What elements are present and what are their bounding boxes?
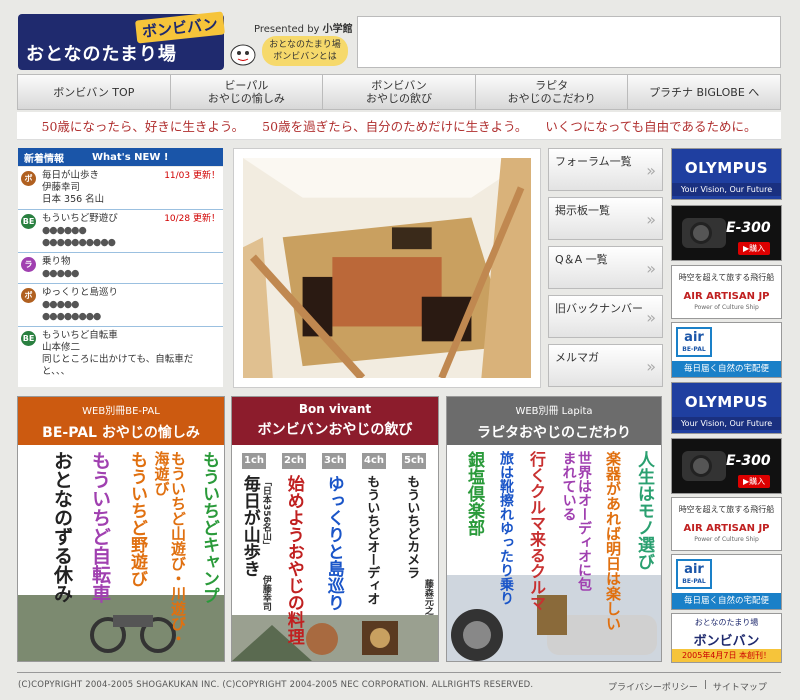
- sitemap-link[interactable]: サイトマップ: [713, 680, 767, 693]
- nav-biglobe[interactable]: プラチナ BIGLOBE へ: [628, 75, 780, 109]
- link-cooking[interactable]: 始めようおやじの料理: [284, 475, 304, 645]
- camera-ad[interactable]: E-300 ▶購入: [671, 438, 782, 494]
- air-logo: air BE-PAL: [676, 327, 712, 357]
- publisher-name: 小学館: [322, 24, 353, 35]
- nav-top[interactable]: ボンビバン TOP: [18, 75, 171, 109]
- badge-icon: BE: [21, 331, 36, 346]
- chevron-right-icon: »: [646, 308, 656, 327]
- badge-icon: ボ: [21, 288, 36, 303]
- link-shima[interactable]: ゆっくりと島巡り: [324, 475, 344, 611]
- chevron-right-icon: »: [646, 357, 656, 376]
- back-number-button[interactable]: 旧バックナンバー »: [548, 295, 663, 338]
- bonvivant-panel: Bon vivant ボンビバンおやじの飲び 1ch 2ch 3ch 4ch 5…: [231, 396, 439, 662]
- copyright: (C)COPYRIGHT 2004-2005 SHOGAKUKAN INC. (…: [18, 680, 534, 690]
- logo-text: おとなのたまり場: [26, 44, 177, 65]
- bonvivant-ad[interactable]: おとなのたまり場 ボンビバン 2005年4月7日 本創刊！: [671, 613, 782, 663]
- lapita-panel: WEB別冊 Lapita ラピタおやじのこだわり 人生はモノ選び 楽器があれば明…: [446, 396, 662, 662]
- chevron-right-icon: »: [646, 161, 656, 180]
- lapita-panel-header[interactable]: WEB別冊 Lapita ラピタおやじのこだわり: [447, 397, 661, 445]
- air-bepal-ad[interactable]: air BE-PAL 毎日届く自然の宅配便: [671, 554, 782, 610]
- about-bubble-link[interactable]: おとなのたまり場 ボンビバンとは: [262, 36, 348, 66]
- channel-2: 2ch: [282, 453, 306, 469]
- bonvivant-panel-header[interactable]: Bon vivant ボンビバンおやじの飲び: [232, 397, 438, 445]
- air-artisan-ad[interactable]: 時空を超えて旅する飛行船 AIR ARTISAN JP Power of Cul…: [671, 265, 782, 319]
- news-item[interactable]: ラ 乗り物 ●●●●●: [18, 253, 223, 284]
- air-artisan-ad[interactable]: 時空を超えて旅する飛行船 AIR ARTISAN JP Power of Cul…: [671, 497, 782, 551]
- channel-1: 1ch: [242, 453, 266, 469]
- link-camp[interactable]: もういちどキャンプ: [199, 451, 219, 604]
- bbs-list-button[interactable]: 掲示板一覧 »: [548, 197, 663, 240]
- news-header: 新着情報 What's NEW !: [18, 148, 223, 166]
- news-list: ボ 11/03 更新！ 毎日が山歩き 伊藤幸司 日本 356 名山 BE 10/28…: [18, 167, 223, 387]
- link-gakki[interactable]: 楽器があれば明日は楽しい: [604, 451, 622, 631]
- link-audio[interactable]: もういちどオーディオ: [364, 475, 379, 605]
- link-ginen[interactable]: 銀塩倶楽部: [464, 451, 484, 536]
- link-mono[interactable]: 人生はモノ選び: [634, 451, 654, 570]
- presented-by: Presented by 小学館: [254, 24, 353, 35]
- forum-list-button[interactable]: フォーラム一覧 »: [548, 148, 663, 191]
- link-noasobi[interactable]: もういちど野遊び: [127, 451, 147, 587]
- news-item[interactable]: ボ ゆっくりと島巡り ●●●●● ●●●●●●●●: [18, 284, 223, 327]
- mountain-photo-image: [232, 615, 438, 661]
- nav-lapita[interactable]: ラピタ おやじのこだわり: [476, 75, 629, 109]
- chevron-right-icon: »: [646, 210, 656, 229]
- mailmag-button[interactable]: メルマガ »: [548, 344, 663, 387]
- olympus-ad[interactable]: OLYMPUS Your Vision, Our Future: [671, 148, 782, 200]
- badge-icon: ボ: [21, 171, 36, 186]
- channel-4: 4ch: [362, 453, 386, 469]
- camera-ad[interactable]: E-300 ▶購入: [671, 205, 782, 261]
- bike-photo-image: [18, 595, 224, 661]
- tagline-bar: 50歳になったら、好きに生きよう。 50歳を過ぎたら、自分のためだけに生きよう。…: [17, 112, 781, 140]
- header-banner-area: [357, 16, 781, 68]
- link-shoes[interactable]: 旅は靴擦れゆったり乗り: [498, 451, 514, 605]
- feature-photo[interactable]: [233, 148, 541, 388]
- privacy-link[interactable]: プライバシーポリシー: [608, 680, 698, 693]
- link-zuruyasumi[interactable]: おとなのずる休み: [51, 451, 73, 603]
- link-bicycle[interactable]: もういちど自転車: [89, 451, 111, 603]
- news-item[interactable]: ボ 11/03 更新！ 毎日が山歩き 伊藤幸司 日本 356 名山: [18, 167, 223, 210]
- olympus-ad[interactable]: OLYMPUS Your Vision, Our Future: [671, 382, 782, 434]
- link-car[interactable]: 行くクルマ来るクルマ: [527, 451, 546, 611]
- news-item[interactable]: BE 10/28 更新！ もういちど野遊び ●●●●●● ●●●●●●●●●●: [18, 210, 223, 253]
- link-camera[interactable]: もういちどカメラ: [404, 475, 419, 579]
- logo-subtext: ボンビバン: [135, 11, 225, 44]
- nav-bonvivant[interactable]: ボンビバン おやじの飲び: [323, 75, 476, 109]
- bepal-panel-header[interactable]: WEB別冊BE-PAL BE-PAL おやじの愉しみ: [18, 397, 224, 445]
- mascot-icon: [228, 40, 258, 66]
- link-yamaaruki[interactable]: 毎日が山歩き: [240, 475, 260, 577]
- footer-links: プライバシーポリシー | サイトマップ: [608, 680, 767, 693]
- qa-list-button[interactable]: Q＆A 一覧 »: [548, 246, 663, 289]
- badge-icon: ラ: [21, 257, 36, 272]
- car-photo-image: [447, 575, 661, 661]
- site-logo[interactable]: おとなのたまり場 ボンビバン: [18, 11, 225, 70]
- link-world-audio[interactable]: 世界はオーディオに包まれている: [560, 451, 592, 591]
- channel-5: 5ch: [402, 453, 426, 469]
- chevron-right-icon: »: [646, 259, 656, 278]
- nav-bepal[interactable]: ビーパル おやじの愉しみ: [171, 75, 324, 109]
- room-photo-image: [243, 158, 531, 378]
- footer-divider: [17, 672, 781, 673]
- link-outdoor[interactable]: もういちど山遊び・川遊び・海遊び: [153, 451, 188, 651]
- channel-3: 3ch: [322, 453, 346, 469]
- air-logo: air BE-PAL: [676, 559, 712, 589]
- bepal-panel: WEB別冊BE-PAL BE-PAL おやじの愉しみ もういちどキャンプ もうい…: [17, 396, 225, 662]
- air-bepal-ad[interactable]: air BE-PAL 毎日届く自然の宅配便: [671, 322, 782, 378]
- badge-icon: BE: [21, 214, 36, 229]
- main-nav: ボンビバン TOP ビーパル おやじの愉しみ ボンビバン おやじの飲び ラピタ おやじ…: [17, 74, 781, 110]
- news-item[interactable]: BE もういちど自転車 山本修二 同じところに出かけても、自転車だと、、、: [18, 327, 223, 381]
